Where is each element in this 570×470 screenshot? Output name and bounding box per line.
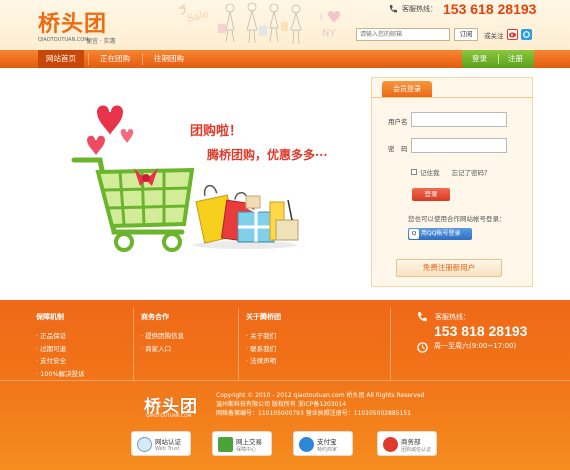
weibo-icon[interactable] (506, 29, 518, 40)
forgot-password-link[interactable]: 忘记了密码？ (452, 167, 491, 177)
badge-subtitle: 特约商家 (317, 447, 338, 453)
shopping-girls-banner-image: Sale I NY (178, 2, 340, 45)
subscribe-bar: 订阅 或关注 (356, 28, 532, 41)
footer-divider (390, 308, 391, 380)
badge-subtitle: 团购诚信认证 (401, 447, 432, 453)
phone-icon (389, 5, 397, 13)
site-logo[interactable]: 桥头团 QIAOTOUTUAN.COM 便宜 · 实惠 (38, 6, 116, 45)
qq-login-button[interactable]: Q 用QQ帐号登录 (408, 228, 472, 240)
footer-link[interactable]: 提供团购信息 (141, 330, 184, 340)
follow-label: 或关注 (484, 31, 504, 40)
badge-web-trust[interactable]: 网站认证 Web Trust (131, 431, 191, 456)
footer-link[interactable]: 关于我们 (246, 330, 276, 340)
badge-title: 支付宝 (317, 438, 337, 446)
badge-alipay[interactable]: 支付宝 特约商家 (293, 431, 353, 456)
badge-title: 网上交易 (236, 438, 262, 446)
partner-login-text: 您也可以使用合作网站帐号登录： (408, 215, 506, 223)
copyright-line: 网络备案编号：110105000793 营业执照注册号：110105002885… (216, 410, 411, 417)
copyright-line: 温州斯科技有限公司 版权所有 浙ICP备1203014 (216, 401, 347, 408)
hotline-number: 153 618 28193 (443, 1, 537, 17)
footer-logo-domain: QIAOTOUTUAN.COM (146, 414, 192, 419)
badge-subtitle: 保障中心 (236, 447, 257, 453)
badge-commerce-ministry[interactable]: 商务部 团购诚信认证 (377, 431, 437, 456)
footer-divider (238, 308, 239, 380)
nav-divider (88, 53, 89, 65)
footer-link[interactable]: 支付安全 (36, 355, 66, 365)
badge-subtitle: Web Trust (155, 446, 180, 452)
email-subscribe-input[interactable] (356, 28, 450, 41)
service-time: 周一至周六(9:00~17:00) (434, 342, 517, 350)
remember-row: 记住我 忘记了密码？ (411, 167, 491, 177)
copyright: Copyright © 2010 - 2012 qiaotoutuan.com … (216, 391, 424, 418)
footer-hotline-number: 153 818 28193 (434, 323, 528, 339)
shield-icon (137, 437, 152, 452)
nav-divider (142, 53, 143, 65)
subscribe-button[interactable]: 订阅 (454, 28, 478, 41)
qq-icon: Q (409, 229, 419, 239)
ministry-seal-icon (383, 437, 398, 452)
username-input[interactable] (411, 112, 507, 127)
footer-divider (0, 380, 570, 381)
footer-divider (133, 308, 134, 380)
nav-item-past-deals[interactable]: 往期团购 (146, 50, 192, 68)
logo-slogan: 便宜 · 实惠 (86, 38, 116, 45)
remember-checkbox[interactable] (411, 169, 417, 175)
trade-shield-icon (218, 437, 233, 452)
nav-register-link[interactable]: 注册 (508, 50, 523, 68)
footer-link[interactable]: 法律声明 (246, 355, 276, 365)
footer-link[interactable]: 联系我们 (246, 343, 276, 353)
hero-slogan-2: 腾桥团购，优惠多多··· (207, 148, 328, 162)
login-panel: 会员登录 用户名 密 码 记住我 忘记了密码？ 登录 您也可以使用合作网站帐号登… (371, 77, 533, 287)
login-button[interactable]: 登录 (412, 188, 450, 201)
footer-link[interactable]: 100%解决投诉 (36, 368, 85, 378)
hero-slogan-1: 团购啦！ (190, 124, 243, 139)
svg-text:I: I (320, 13, 323, 23)
phone-icon (418, 312, 427, 322)
panel-divider (372, 97, 532, 98)
username-label: 用户名 (388, 118, 408, 126)
svg-text:NY: NY (322, 28, 336, 39)
password-input[interactable] (411, 138, 507, 153)
qq-login-label: 用QQ帐号登录 (421, 230, 461, 237)
login-register-bar: 登录 注册 (462, 50, 534, 68)
remember-label: 记住我 (420, 169, 440, 177)
copyright-line: Copyright © 2010 - 2012 qiaotoutuan.com … (216, 392, 425, 399)
footer-col-title: 保障机制 (36, 313, 64, 321)
nav-item-home[interactable]: 网站首页 (38, 50, 84, 68)
nav-divider (498, 54, 499, 64)
badge-title: 商务部 (401, 438, 421, 446)
login-panel-title: 会员登录 (382, 81, 432, 97)
qq-weibo-icon[interactable] (520, 29, 532, 40)
footer: 保障机制 正品保证 过期可退 支付安全 100%解决投诉 商务合作 提供团购信息… (0, 300, 570, 470)
header: 桥头团 QIAOTOUTUAN.COM 便宜 · 实惠 Sale I NY 客服… (0, 0, 570, 50)
footer-hotline-label: 客服热线： (435, 313, 470, 321)
logo-text: 桥头团 (38, 11, 108, 37)
footer-link[interactable]: 商家入口 (141, 343, 171, 353)
hotline: 客服热线： 153 618 28193 (388, 1, 536, 17)
register-button[interactable]: 免费注册新用户 (396, 259, 502, 277)
footer-logo: 桥头团 QIAOTOUTUAN.COM (144, 392, 198, 419)
badge-online-trade[interactable]: 网上交易 保障中心 (212, 431, 272, 456)
alipay-icon (299, 437, 314, 452)
svg-text:Sale: Sale (186, 9, 210, 25)
footer-col-title: 关于腾桥团 (246, 313, 281, 321)
hotline-label: 客服热线： (402, 5, 437, 13)
badge-title: 网站认证 (155, 438, 181, 446)
nav-login-link[interactable]: 登录 (472, 50, 487, 68)
footer-col-title: 商务合作 (141, 313, 169, 321)
footer-link[interactable]: 过期可退 (36, 343, 66, 353)
footer-link[interactable]: 正品保证 (36, 330, 66, 340)
password-label: 密 码 (388, 145, 408, 153)
logo-domain: QIAOTOUTUAN.COM (38, 37, 89, 43)
nav-item-current-deals[interactable]: 正在团购 (92, 50, 138, 68)
clock-icon (417, 342, 428, 353)
